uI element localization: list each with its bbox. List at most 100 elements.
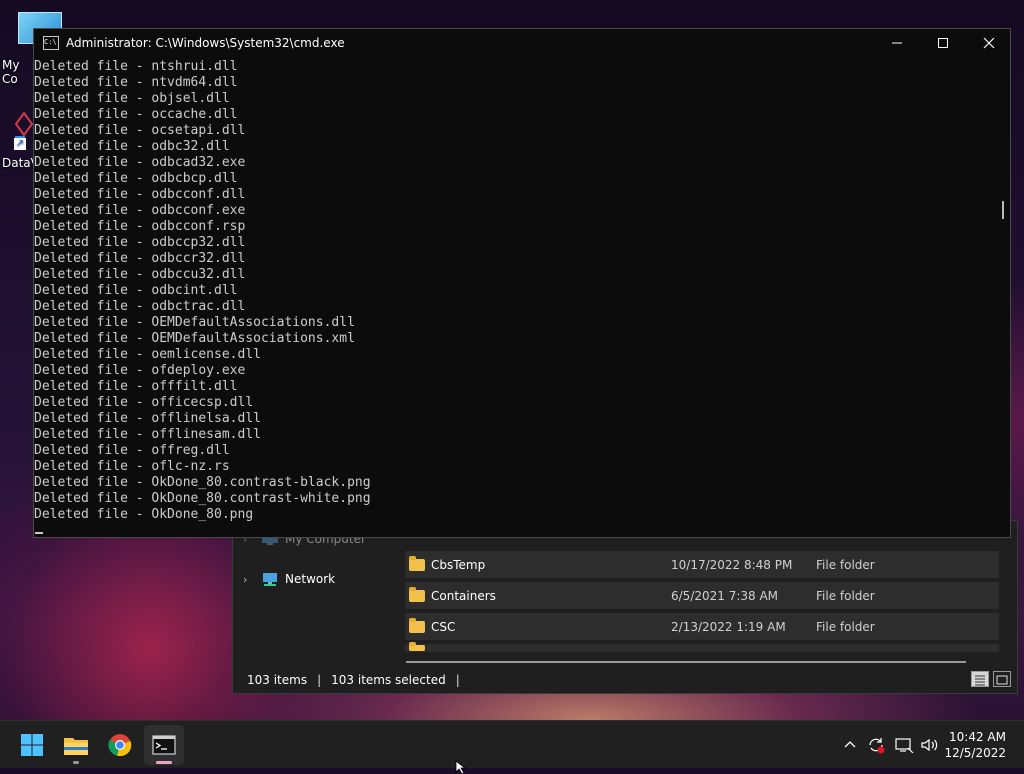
console-line: Deleted file - odbc32.dll xyxy=(34,139,230,154)
nav-item-label: Network xyxy=(285,572,336,586)
console-line: Deleted file - OkDone_80.contrast-white.… xyxy=(34,491,371,506)
console-line: Deleted file - odbcint.dll xyxy=(34,283,238,298)
folder-icon xyxy=(409,617,425,633)
volume-icon[interactable] xyxy=(920,737,940,753)
running-indicator xyxy=(73,761,79,764)
close-button[interactable] xyxy=(966,29,1012,57)
console-line: Deleted file - odbccr32.dll xyxy=(34,251,246,266)
window-title: Administrator: C:\Windows\System32\cmd.e… xyxy=(66,36,345,50)
details-view-button[interactable] xyxy=(971,671,989,687)
console-line: Deleted file - ocsetapi.dll xyxy=(34,123,246,138)
desktop-icon-datav[interactable]: ↗ DataV xyxy=(0,108,39,172)
console-line: Deleted file - oflc-nz.rs xyxy=(34,459,230,474)
folder-icon xyxy=(409,642,425,651)
file-type: File folder xyxy=(816,619,875,634)
sync-icon[interactable] xyxy=(866,736,886,754)
nav-item-network[interactable]: › Network xyxy=(233,565,389,593)
file-name: CbsTemp xyxy=(431,557,486,572)
windows-logo-icon xyxy=(21,734,43,756)
text-cursor xyxy=(35,532,43,534)
clock[interactable]: 10:42 AM 12/5/2022 xyxy=(944,729,1006,761)
horizontal-scrollbar[interactable] xyxy=(406,661,966,663)
console-line: Deleted file - odbccp32.dll xyxy=(34,235,246,250)
console-line: Deleted file - offreg.dll xyxy=(34,443,230,458)
folder-icon xyxy=(64,738,88,755)
scrollbar-thumb[interactable] xyxy=(1002,201,1004,219)
network-status-icon[interactable] xyxy=(894,737,914,753)
mouse-pointer-icon xyxy=(455,760,467,774)
system-tray xyxy=(842,721,940,769)
terminal-icon xyxy=(152,735,176,755)
large-icons-view-icon xyxy=(996,675,1008,685)
file-date: 6/5/2021 7:38 AM xyxy=(671,588,779,603)
start-button[interactable] xyxy=(12,725,52,765)
view-switcher xyxy=(971,671,1011,687)
console-line: Deleted file - odbcconf.exe xyxy=(34,203,246,218)
clock-time: 10:42 AM xyxy=(949,730,1006,744)
minimize-icon xyxy=(892,42,902,44)
console-line: Deleted file - ntshrui.dll xyxy=(34,59,238,74)
active-indicator xyxy=(156,761,172,764)
desktop-icon-my-computer[interactable]: My Co xyxy=(0,12,62,86)
console-line: Deleted file - odbcconf.dll xyxy=(34,187,246,202)
console-line: Deleted file - odbcconf.rsp xyxy=(34,219,246,234)
chrome-taskbar-button[interactable] xyxy=(100,725,140,765)
chrome-icon xyxy=(108,734,132,757)
console-output[interactable]: Deleted file - ntshrui.dll Deleted file -… xyxy=(34,59,996,537)
console-line: Deleted file - objsel.dll xyxy=(34,91,230,106)
console-line: Deleted file - offlinelsa.dll xyxy=(34,411,261,426)
network-icon xyxy=(263,573,277,586)
file-row-csc[interactable]: CSC 2/13/2022 1:19 AM File folder xyxy=(405,613,999,640)
file-row-cbstemp[interactable]: CbsTemp 10/17/2022 8:48 PM File folder xyxy=(405,551,999,578)
console-line: Deleted file - OkDone_80.png xyxy=(34,507,254,522)
vertical-scrollbar[interactable] xyxy=(996,57,1010,537)
file-explorer-taskbar-button[interactable] xyxy=(56,725,96,765)
file-row-containers[interactable]: Containers 6/5/2021 7:38 AM File folder xyxy=(405,582,999,609)
status-separator: | xyxy=(317,673,322,687)
item-count: 103 items xyxy=(247,673,308,687)
file-name: CSC xyxy=(431,619,456,634)
console-line: Deleted file - odbccu32.dll xyxy=(34,267,246,282)
shortcut-arrow-icon: ↗ xyxy=(14,138,26,150)
navigation-pane: › My Computer › Network xyxy=(233,521,391,667)
large-icons-view-button[interactable] xyxy=(993,671,1011,687)
console-line: Deleted file - occache.dll xyxy=(34,107,238,122)
console-line: Deleted file - ntvdm64.dll xyxy=(34,75,238,90)
file-name: Containers xyxy=(431,588,496,603)
maximize-button[interactable] xyxy=(920,29,966,57)
file-date: 2/13/2022 1:19 AM xyxy=(671,619,786,634)
console-line: Deleted file - odbcbcp.dll xyxy=(34,171,238,186)
folder-icon xyxy=(409,586,425,602)
taskbar: 10:42 AM 12/5/2022 xyxy=(0,720,1024,768)
file-date: 10/17/2022 8:48 PM xyxy=(671,557,793,572)
folder-icon xyxy=(409,555,425,571)
minimize-button[interactable] xyxy=(874,29,920,57)
console-line: Deleted file - offfilt.dll xyxy=(34,379,238,394)
cmd-window[interactable]: C:\ Administrator: C:\Windows\System32\c… xyxy=(33,28,1011,538)
status-separator: | xyxy=(455,673,460,687)
console-line: Deleted file - OEMDefaultAssociations.xm… xyxy=(34,331,355,346)
console-line: Deleted file - OEMDefaultAssociations.dl… xyxy=(34,315,355,330)
title-bar[interactable]: C:\ Administrator: C:\Windows\System32\c… xyxy=(34,29,1010,57)
chevron-right-icon[interactable]: › xyxy=(243,573,257,586)
console-line: Deleted file - ofdeploy.exe xyxy=(34,363,246,378)
file-type: File folder xyxy=(816,557,875,572)
close-icon xyxy=(983,37,995,49)
console-line: Deleted file - odbctrac.dll xyxy=(34,299,246,314)
console-line: Deleted file - oemlicense.dll xyxy=(34,347,261,362)
console-line: Deleted file - offlinesam.dll xyxy=(34,427,261,442)
console-line: Deleted file - OkDone_80.contrast-black.… xyxy=(34,475,371,490)
file-type: File folder xyxy=(816,588,875,603)
cmd-taskbar-button[interactable] xyxy=(144,725,184,765)
cmd-app-icon: C:\ xyxy=(43,36,59,50)
clock-date: 12/5/2022 xyxy=(944,746,1006,760)
details-view-icon xyxy=(975,675,985,686)
file-explorer-window: › My Computer › Network CbsTemp 10/17/20… xyxy=(232,520,1018,694)
file-list: CbsTemp 10/17/2022 8:48 PM File folder C… xyxy=(405,521,1001,667)
chevron-up-icon[interactable] xyxy=(842,737,858,753)
console-line: Deleted file - officecsp.dll xyxy=(34,395,254,410)
selected-count: 103 items selected xyxy=(331,673,446,687)
desktop-icon-label: My Co xyxy=(2,58,20,86)
app-shortcut-icon xyxy=(14,111,34,138)
file-row-partial[interactable] xyxy=(405,642,999,652)
